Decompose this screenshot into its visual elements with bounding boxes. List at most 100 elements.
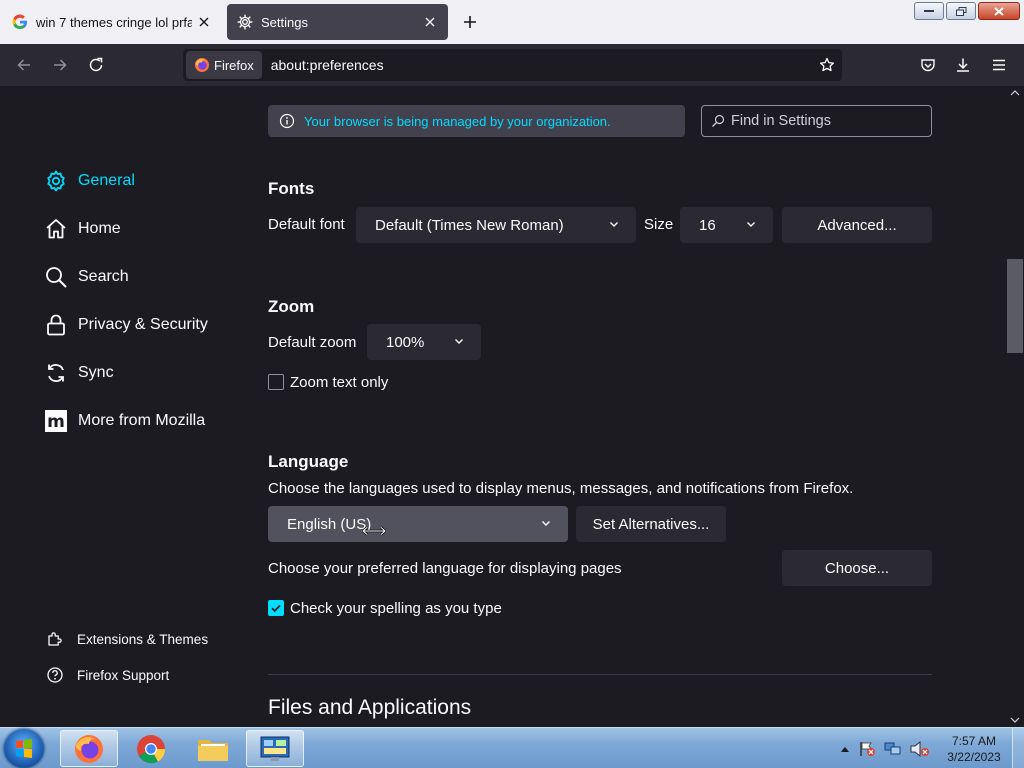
info-icon <box>279 113 295 129</box>
svg-text:m: m <box>47 412 65 432</box>
show-hidden-icons-icon[interactable] <box>840 745 850 753</box>
language-value: English (US) <box>287 515 372 533</box>
sidebar-item-sync[interactable]: Sync <box>44 357 114 389</box>
chevron-down-icon <box>542 521 550 526</box>
section-divider <box>268 674 932 675</box>
default-zoom-label: Default zoom <box>268 334 357 351</box>
close-window-button[interactable] <box>978 2 1020 20</box>
zoom-text-only-label: Zoom text only <box>290 373 389 391</box>
start-button[interactable] <box>4 729 44 768</box>
set-alternatives-button[interactable]: Set Alternatives... <box>576 506 726 542</box>
sidebar-item-more-from-mozilla[interactable]: m More from Mozilla <box>44 405 205 437</box>
reload-icon <box>89 57 103 72</box>
reload-button[interactable] <box>80 49 112 81</box>
url-text[interactable]: about:preferences <box>271 57 812 73</box>
gear-icon <box>237 14 253 30</box>
taskbar-clock[interactable]: 7:57 AM 3/22/2023 <box>938 733 1010 765</box>
sidebar-item-home[interactable]: Home <box>44 213 121 245</box>
sidebar-item-label: Privacy & Security <box>78 316 208 333</box>
choose-languages-button[interactable]: Choose... <box>782 550 932 586</box>
sidebar-item-label: General <box>78 172 135 189</box>
minimize-icon <box>924 10 934 12</box>
restore-icon <box>955 6 966 16</box>
close-icon[interactable] <box>192 10 216 34</box>
mozilla-icon: m <box>44 409 68 433</box>
zoom-text-only-checkbox[interactable]: Zoom text only <box>268 372 388 392</box>
language-heading: Language <box>268 452 349 471</box>
advanced-fonts-button[interactable]: Advanced... <box>782 207 932 243</box>
window-controls <box>914 2 1020 20</box>
action-center-flag-icon[interactable] <box>858 741 876 757</box>
checkbox-box[interactable] <box>268 600 284 616</box>
find-in-settings[interactable] <box>701 105 932 137</box>
sidebar-item-privacy[interactable]: Privacy & Security <box>44 309 208 341</box>
scroll-down-arrow-icon[interactable] <box>1009 715 1021 725</box>
policy-notice-text[interactable]: Your browser is being managed by your or… <box>304 114 611 129</box>
scrollbar[interactable] <box>1006 86 1024 727</box>
taskbar-file-explorer[interactable] <box>184 730 242 767</box>
taskbar-control-panel[interactable] <box>246 730 304 767</box>
resize-cursor-icon <box>362 526 386 536</box>
tab-google[interactable]: win 7 themes cringe lol prfank - <box>0 4 222 40</box>
gear-icon <box>44 169 68 193</box>
taskbar-firefox[interactable] <box>60 730 118 767</box>
sidebar-item-label: Sync <box>78 364 114 381</box>
default-font-label: Default font <box>268 216 345 233</box>
sidebar-item-label: Search <box>78 268 129 285</box>
forward-button[interactable] <box>44 49 76 81</box>
minimize-button[interactable] <box>914 2 944 20</box>
default-zoom-value: 100% <box>386 333 425 351</box>
downloads-button[interactable] <box>947 49 979 81</box>
tab-title: win 7 themes cringe lol prfank - <box>36 14 192 30</box>
size-label: Size <box>644 216 674 233</box>
back-button[interactable] <box>8 49 40 81</box>
sidebar-item-search[interactable]: Search <box>44 261 129 293</box>
restore-button[interactable] <box>946 2 976 20</box>
search-icon <box>44 265 68 289</box>
policy-notice[interactable]: Your browser is being managed by your or… <box>268 105 685 137</box>
find-in-settings-input[interactable] <box>731 113 921 129</box>
network-icon[interactable] <box>884 741 902 757</box>
default-font-value: Default (Times New Roman) <box>375 216 564 234</box>
lock-icon <box>44 313 68 337</box>
scroll-up-arrow-icon[interactable] <box>1009 88 1021 98</box>
language-description: Choose the languages used to display men… <box>268 480 854 497</box>
search-icon <box>712 114 725 127</box>
identity-label: Firefox <box>214 57 254 73</box>
system-tray <box>840 728 930 768</box>
sidebar-item-general[interactable]: General <box>44 165 135 197</box>
pocket-icon <box>921 59 935 72</box>
menu-button[interactable] <box>983 49 1015 81</box>
default-zoom-select[interactable]: 100% <box>367 324 481 360</box>
tab-settings[interactable]: Settings <box>227 4 448 40</box>
close-icon <box>994 6 1004 16</box>
volume-muted-icon[interactable] <box>910 740 930 757</box>
checkmark-icon <box>271 604 281 613</box>
checkbox-box[interactable] <box>268 374 284 390</box>
sidebar-extensions-themes[interactable]: Extensions & Themes <box>46 627 208 651</box>
puzzle-icon <box>46 630 64 648</box>
taskbar-chrome[interactable] <box>122 730 180 767</box>
scrollbar-thumb[interactable] <box>1007 259 1023 353</box>
chevron-down-icon <box>747 222 755 227</box>
show-desktop-button[interactable] <box>1012 728 1024 768</box>
default-font-select[interactable]: Default (Times New Roman) <box>356 207 636 243</box>
control-panel-icon <box>260 736 290 761</box>
spellcheck-checkbox[interactable]: Check your spelling as you type <box>268 598 502 618</box>
identity-box[interactable]: Firefox <box>186 51 262 79</box>
url-bar[interactable]: Firefox about:preferences <box>183 49 842 81</box>
files-applications-heading: Files and Applications <box>268 696 472 719</box>
sidebar-firefox-support[interactable]: Firefox Support <box>46 663 169 687</box>
font-size-value: 16 <box>699 216 716 234</box>
help-icon <box>46 666 64 684</box>
language-select[interactable]: English (US) <box>268 506 568 542</box>
bookmark-star-icon[interactable] <box>812 50 842 80</box>
font-size-select[interactable]: 16 <box>680 207 773 243</box>
pocket-button[interactable] <box>912 49 944 81</box>
sync-icon <box>44 361 68 385</box>
close-icon[interactable] <box>418 10 442 34</box>
sidebar-item-label: More from Mozilla <box>78 412 206 429</box>
new-tab-button[interactable] <box>456 8 484 36</box>
sidebar-item-label: Home <box>78 220 121 237</box>
chevron-down-icon <box>610 222 618 227</box>
